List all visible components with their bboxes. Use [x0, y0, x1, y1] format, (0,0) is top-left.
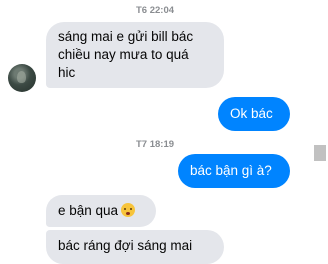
incoming-message[interactable]: e bận qua	[46, 195, 156, 227]
outgoing-message[interactable]: bác bận gì à?	[178, 154, 290, 188]
scrollbar-thumb[interactable]	[314, 145, 326, 161]
incoming-message[interactable]: sáng mai e gửi bill bác chiều nay mưa to…	[46, 22, 224, 88]
timestamp: T7 18:19	[135, 139, 175, 150]
message-line: sáng mai e gửi bill bác	[58, 29, 194, 44]
message-text: e bận qua	[58, 203, 119, 218]
incoming-message[interactable]: bác ráng đợi sáng mai	[46, 230, 224, 264]
chat-thread: T6 22:04 sáng mai e gửi bill bác chiều n…	[0, 0, 310, 264]
message-line: chiều nay mưa to quá	[58, 47, 189, 62]
confounded-face-icon	[121, 203, 136, 217]
avatar[interactable]	[8, 64, 36, 92]
scrollbar[interactable]	[312, 0, 328, 257]
message-line: hic	[58, 65, 76, 80]
outgoing-message[interactable]: Ok bác	[218, 97, 290, 131]
timestamp: T6 22:04	[135, 5, 175, 16]
